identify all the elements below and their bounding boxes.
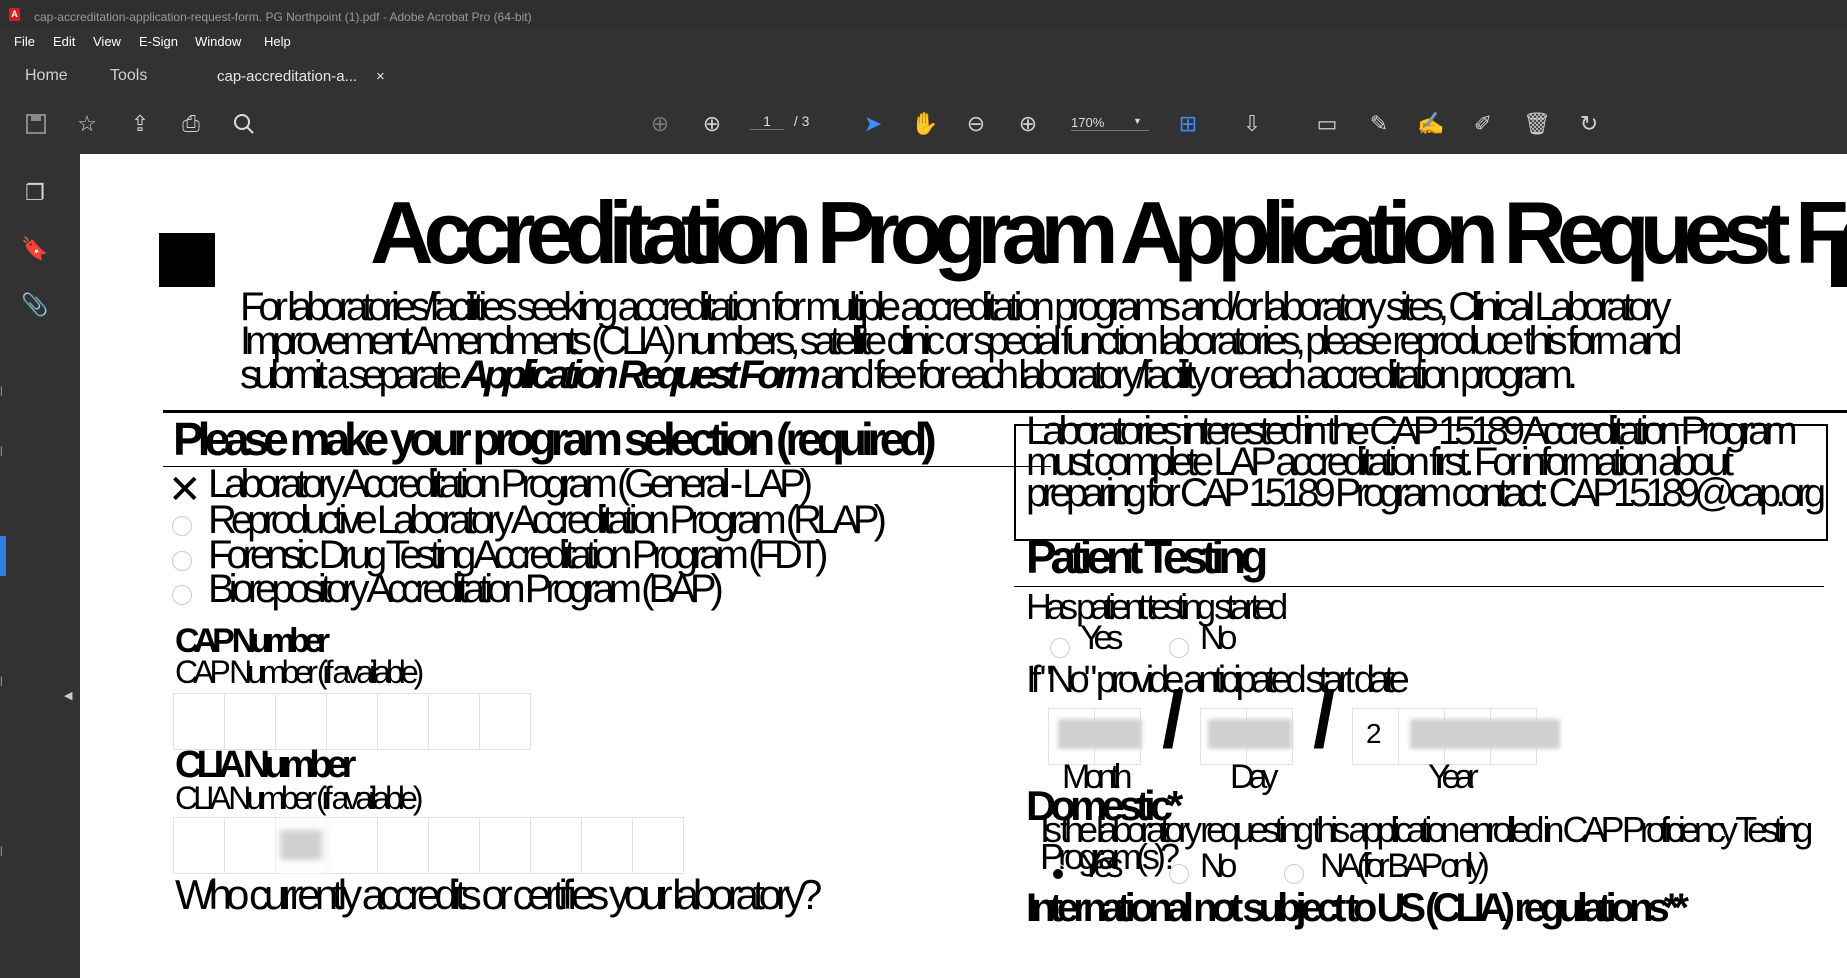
cloud-upload-icon[interactable]: ⇪ bbox=[122, 106, 158, 142]
tab-document[interactable]: cap-accreditation-a... bbox=[217, 68, 357, 85]
domestic-no-radio[interactable] bbox=[1169, 864, 1189, 884]
rail-active-marker bbox=[0, 536, 6, 576]
domestic-na-radio[interactable] bbox=[1284, 864, 1304, 884]
year-prefix: 2 bbox=[1366, 718, 1382, 749]
delete-icon[interactable]: 🗑 bbox=[1519, 106, 1555, 142]
menu-window[interactable]: Window bbox=[195, 34, 241, 49]
patient-yes-label: Yes bbox=[1080, 619, 1124, 657]
intro-line-3-c: and fee for each laboratory/facility or … bbox=[820, 353, 1578, 397]
document-title: Accreditation Program Application Reques… bbox=[370, 183, 1847, 282]
page-number-input[interactable]: 1 bbox=[750, 113, 784, 130]
zoom-search-icon[interactable] bbox=[226, 106, 262, 142]
year-label: Year bbox=[1428, 758, 1479, 796]
bookmark-icon[interactable]: 🔖 bbox=[18, 232, 52, 266]
patient-question: Has patient testing started bbox=[1026, 586, 1288, 627]
menu-esign[interactable]: E-Sign bbox=[139, 34, 178, 49]
patient-yes-radio[interactable] bbox=[1050, 638, 1070, 658]
star-icon[interactable]: ☆ bbox=[69, 106, 105, 142]
clia-number-field[interactable] bbox=[173, 817, 684, 874]
edit-text-icon[interactable]: ✐ bbox=[1465, 106, 1501, 142]
left-rail: ❐ 🔖 📎 | | | | ◀ bbox=[0, 156, 72, 978]
redacted-value bbox=[1410, 719, 1560, 749]
domestic-yes-label: Yes bbox=[1080, 847, 1124, 885]
redacted-value bbox=[280, 830, 322, 860]
menu-file[interactable]: File bbox=[14, 34, 35, 49]
clia-number-label: CLIA Number (if available) bbox=[175, 780, 423, 816]
international-heading: International not subject to US (CLIA) r… bbox=[1026, 886, 1689, 930]
cap-number-label: CAP Number (if available) bbox=[175, 654, 424, 690]
save-icon[interactable] bbox=[18, 106, 54, 142]
program-radio-rlap[interactable] bbox=[172, 516, 192, 536]
next-page-icon[interactable]: ⊕ bbox=[694, 106, 730, 142]
menu-view[interactable]: View bbox=[93, 34, 121, 49]
domestic-yes-radio[interactable] bbox=[1048, 864, 1068, 884]
rotate-icon[interactable]: ↻ bbox=[1571, 106, 1607, 142]
zoom-in-icon[interactable]: ⊕ bbox=[1010, 106, 1046, 142]
date-separator: / bbox=[1162, 675, 1185, 764]
tab-bar: Home Tools cap-accreditation-a... × bbox=[0, 60, 1847, 94]
menu-help[interactable]: Help bbox=[264, 34, 291, 49]
comment-icon[interactable]: ▭ bbox=[1309, 106, 1345, 142]
chevron-down-icon: ▼ bbox=[1133, 116, 1142, 126]
highlight-pen-icon[interactable]: ✎ bbox=[1361, 106, 1397, 142]
print-icon[interactable]: ⎙ bbox=[173, 106, 209, 142]
cap15189-note: Laboratories interested in the CAP 15189… bbox=[1026, 409, 1826, 515]
page-total: / 3 bbox=[793, 113, 810, 129]
domestic-no-label: No bbox=[1200, 847, 1238, 885]
accredits-question: Who currently accredits or certifies you… bbox=[175, 871, 822, 918]
domestic-na-label: NA (for BAP only) bbox=[1320, 847, 1490, 885]
menu-edit[interactable]: Edit bbox=[53, 34, 75, 49]
rail-marker-icon: | bbox=[0, 846, 3, 857]
intro-line-3: submit a separate Application Request Fo… bbox=[240, 355, 1840, 395]
patient-no-radio[interactable] bbox=[1169, 638, 1189, 658]
title-bar: A cap-accreditation-application-request-… bbox=[0, 0, 1847, 30]
program-radio-bap[interactable] bbox=[172, 585, 192, 605]
program-radio-fdt[interactable] bbox=[172, 551, 192, 571]
redacted-value bbox=[1208, 719, 1292, 749]
page-fit-icon[interactable]: ⊞ bbox=[1170, 106, 1206, 142]
tab-home[interactable]: Home bbox=[25, 67, 68, 85]
hand-tool-icon[interactable]: ✋ bbox=[907, 106, 943, 142]
program-checked-icon[interactable]: ✕ bbox=[168, 470, 202, 510]
intro-line-3-a: submit a separate bbox=[240, 353, 462, 397]
zoom-value: 170% bbox=[1071, 115, 1105, 130]
sign-icon[interactable]: ✍ bbox=[1413, 106, 1449, 142]
rail-marker-icon: | bbox=[0, 386, 3, 397]
intro-line-3-b: Application Request Form bbox=[461, 353, 821, 397]
page-corner-mark bbox=[159, 233, 215, 287]
toolbar: ☆ ⇪ ⎙ ⊕ ⊕ ➤ ✋ ⊖ ⊕ ⊞ ⇩ ▭ ✎ ✍ ✐ 🗑 ↻ bbox=[0, 106, 1847, 146]
pdf-page: Accreditation Program Application Reques… bbox=[80, 154, 1847, 978]
cap-number-field[interactable] bbox=[173, 693, 531, 750]
pages-thumbnail-icon[interactable]: ❐ bbox=[18, 176, 52, 210]
redacted-value bbox=[1058, 719, 1142, 749]
date-separator: / bbox=[1313, 675, 1336, 764]
program-heading: Please make your program selection (requ… bbox=[173, 413, 937, 465]
patient-testing-heading: Patient Testing bbox=[1026, 531, 1268, 583]
program-option-bap: Biorepository Accreditation Program (BAP… bbox=[208, 567, 724, 611]
select-cursor-icon[interactable]: ➤ bbox=[855, 106, 891, 142]
day-label: Day bbox=[1230, 758, 1279, 796]
menu-bar: File Edit View E-Sign Window Help bbox=[0, 32, 1847, 52]
patient-no-label: No bbox=[1200, 619, 1238, 657]
rail-marker-icon: | bbox=[0, 676, 3, 687]
prev-page-icon[interactable]: ⊕ bbox=[642, 106, 678, 142]
page-navigator: 1 / 3 bbox=[750, 113, 809, 130]
window-title: cap-accreditation-application-request-fo… bbox=[34, 10, 532, 24]
tab-tools[interactable]: Tools bbox=[110, 67, 147, 85]
zoom-dropdown[interactable]: 170% ▼ bbox=[1071, 115, 1149, 131]
rail-marker-icon: | bbox=[0, 446, 3, 457]
scroll-mode-icon[interactable]: ⇩ bbox=[1234, 106, 1270, 142]
zoom-out-icon[interactable]: ⊖ bbox=[958, 106, 994, 142]
collapse-panel-icon[interactable]: ◀ bbox=[64, 689, 72, 702]
acrobat-app-icon: A bbox=[9, 8, 20, 21]
start-date-label: If "No" provide anticipated start date bbox=[1026, 659, 1410, 701]
intro-paragraph: For laboratories/facilities seeking accr… bbox=[240, 287, 1840, 395]
attachment-icon[interactable]: 📎 bbox=[18, 288, 52, 322]
close-tab-icon[interactable]: × bbox=[376, 68, 385, 85]
